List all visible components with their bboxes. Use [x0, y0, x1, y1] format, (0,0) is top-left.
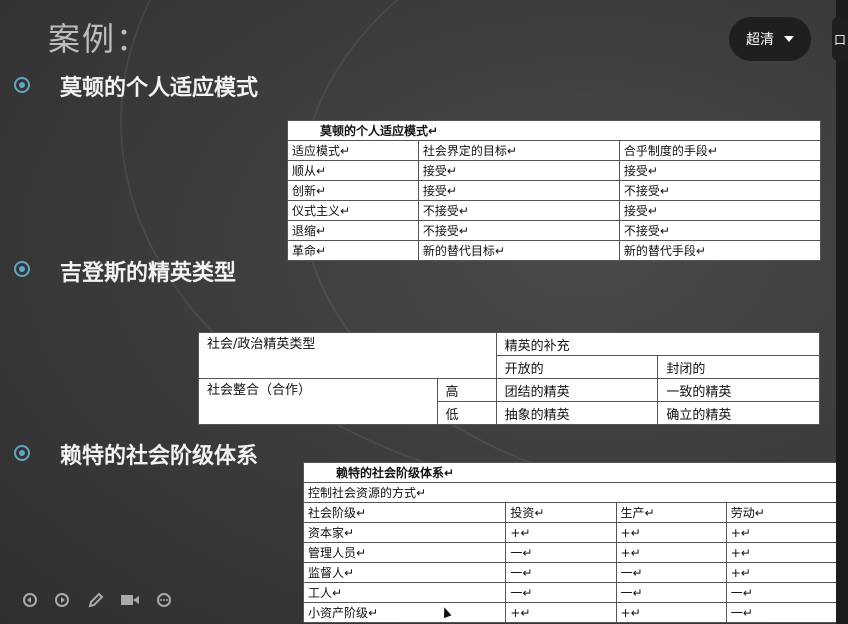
table-cell: 一↵ [725, 602, 836, 623]
table-cell: 接受↵ [417, 180, 620, 201]
table-cell: 不接受↵ [417, 200, 620, 221]
table-corner-cell: 社会/政治精英类型 [198, 332, 497, 379]
table-cell: 一↵ [725, 582, 836, 603]
table-cell: 不接受↵ [417, 220, 620, 241]
table-cell: 一↵ [505, 542, 617, 563]
camera-button[interactable] [120, 590, 140, 610]
side-control-button[interactable]: 口 [832, 17, 848, 61]
table-header-cell: 生产↵ [615, 502, 727, 523]
bullet-text-giddens: 吉登斯的精英类型 [60, 261, 237, 286]
table-cell: 新的替代目标↵ [417, 240, 620, 261]
table-row-sublabel: 高 [436, 378, 497, 402]
table-cell: 一↵ [505, 562, 617, 583]
video-camera-icon [121, 595, 139, 605]
table-header-cell: 封闭的 [657, 355, 820, 379]
table-header-row: 社会阶级↵ 投资↵ 生产↵ 劳动↵ [302, 502, 836, 523]
table-subcaption: 控制社会资源的方式↵ [303, 482, 836, 503]
table-header-cell: 开放的 [495, 355, 659, 379]
table-cell: +↵ [615, 542, 727, 563]
table-cell: 确立的精英 [657, 401, 820, 425]
table-cell: +↵ [725, 562, 836, 583]
table-cell: 革命↵ [287, 240, 419, 261]
table-cell: 一↵ [505, 582, 617, 603]
table-cell: 一↵ [615, 582, 727, 603]
quality-label: 超清 [746, 32, 774, 48]
table-row: 仪式主义↵ 不接受↵ 接受↵ [287, 200, 822, 221]
table-cell: 接受↵ [618, 160, 822, 181]
table-row: 社会整合（合作） 高 团结的精英 一致的精英 [198, 378, 820, 425]
table-cell: +↵ [615, 522, 727, 543]
pen-tool-button[interactable] [86, 590, 106, 610]
previous-icon [23, 593, 37, 607]
table-cell: 不接受↵ [618, 180, 822, 201]
table-cell: 团结的精英 [495, 378, 659, 402]
table-cell: +↵ [505, 522, 617, 543]
caret-down-icon [784, 36, 794, 42]
slide-title: 案例： [48, 20, 151, 58]
table-cell: +↵ [615, 602, 727, 623]
previous-slide-button[interactable] [20, 590, 40, 610]
table-row: 监督人↵ 一↵ 一↵ +↵ [302, 562, 836, 583]
table-header-cell: 适应模式↵ [287, 140, 419, 161]
table-header-cell: 社会界定的目标↵ [417, 140, 620, 161]
table-row: 工人↵ 一↵ 一↵ 一↵ [302, 582, 836, 603]
table-header-cell: 合乎制度的手段↵ [618, 140, 822, 161]
table-row: 退缩↵ 不接受↵ 不接受↵ [287, 220, 822, 241]
table-row: 管理人员↵ 一↵ +↵ +↵ [302, 542, 836, 563]
table-cell: 小资产阶级↵ [302, 602, 507, 623]
bullet-icon [14, 261, 30, 277]
next-slide-button[interactable] [52, 590, 72, 610]
table-header-row: 适应模式↵ 社会界定的目标↵ 合乎制度的手段↵ [287, 140, 822, 161]
table-cell: 一致的精英 [657, 378, 820, 402]
bullet-text-merton: 莫顿的个人适应模式 [60, 76, 259, 101]
table-cell: 管理人员↵ [302, 542, 507, 563]
table-cell: 工人↵ [302, 582, 507, 603]
table-header-cell: 社会阶级↵ [302, 502, 507, 523]
quality-selector[interactable]: 超清 [729, 17, 811, 61]
pen-icon [88, 592, 104, 608]
table-row: 顺从↵ 接受↵ 接受↵ [287, 160, 822, 181]
table-cell: 抽象的精英 [495, 401, 659, 425]
table-row-label: 社会整合（合作） [198, 378, 438, 425]
table-cell: 一↵ [615, 562, 727, 583]
more-options-button[interactable] [154, 590, 174, 610]
merton-table: 莫顿的个人适应模式↵ 适应模式↵ 社会界定的目标↵ 合乎制度的手段↵ 顺从↵ 接… [287, 120, 822, 261]
table-header-cell: 劳动↵ [725, 502, 836, 523]
table-cell: +↵ [725, 542, 836, 563]
table-cell: +↵ [505, 602, 617, 623]
bullet-icon [14, 445, 30, 461]
side-control-label: 口 [833, 32, 846, 47]
table-cell: 监督人↵ [302, 562, 507, 583]
table-caption: 莫顿的个人适应模式↵ [287, 120, 821, 141]
player-side-strip [836, 0, 848, 624]
table-cell: 仪式主义↵ [287, 200, 419, 221]
table-row-sublabel: 低 [436, 401, 497, 425]
table-row: 资本家↵ +↵ +↵ +↵ [302, 522, 836, 543]
bullet-icon [14, 77, 30, 93]
table-header-cell: 投资↵ [505, 502, 617, 523]
table-group-header: 精英的补充 [495, 332, 821, 356]
more-icon [157, 593, 171, 607]
table-row: 小资产阶级↵ +↵ +↵ 一↵ [302, 602, 836, 623]
table-row: 创新↵ 接受↵ 不接受↵ [287, 180, 822, 201]
table-cell: 接受↵ [618, 200, 822, 221]
slide: 案例： 莫顿的个人适应模式 吉登斯的精英类型 赖特的社会阶级体系 莫顿的个人适应… [0, 0, 836, 624]
table-cell: 退缩↵ [287, 220, 419, 241]
giddens-table: 社会/政治精英类型 精英的补充 开放的 封闭的 社会整合（合作） 高 团结的精英… [198, 332, 821, 425]
table-cell: +↵ [725, 522, 836, 543]
table-cell: 资本家↵ [302, 522, 507, 543]
table-caption: 赖特的社会阶级体系↵ [303, 462, 836, 483]
table-cell: 创新↵ [287, 180, 419, 201]
wright-table: 赖特的社会阶级体系↵ 控制社会资源的方式↵ 社会阶级↵ 投资↵ 生产↵ 劳动↵ … [302, 462, 836, 623]
next-icon [55, 593, 69, 607]
table-row: 革命↵ 新的替代目标↵ 新的替代手段↵ [287, 240, 822, 261]
bullet-text-wright: 赖特的社会阶级体系 [60, 444, 259, 469]
table-cell: 新的替代手段↵ [618, 240, 822, 261]
table-cell: 顺从↵ [287, 160, 419, 181]
table-cell: 接受↵ [417, 160, 620, 181]
table-cell: 不接受↵ [618, 220, 822, 241]
